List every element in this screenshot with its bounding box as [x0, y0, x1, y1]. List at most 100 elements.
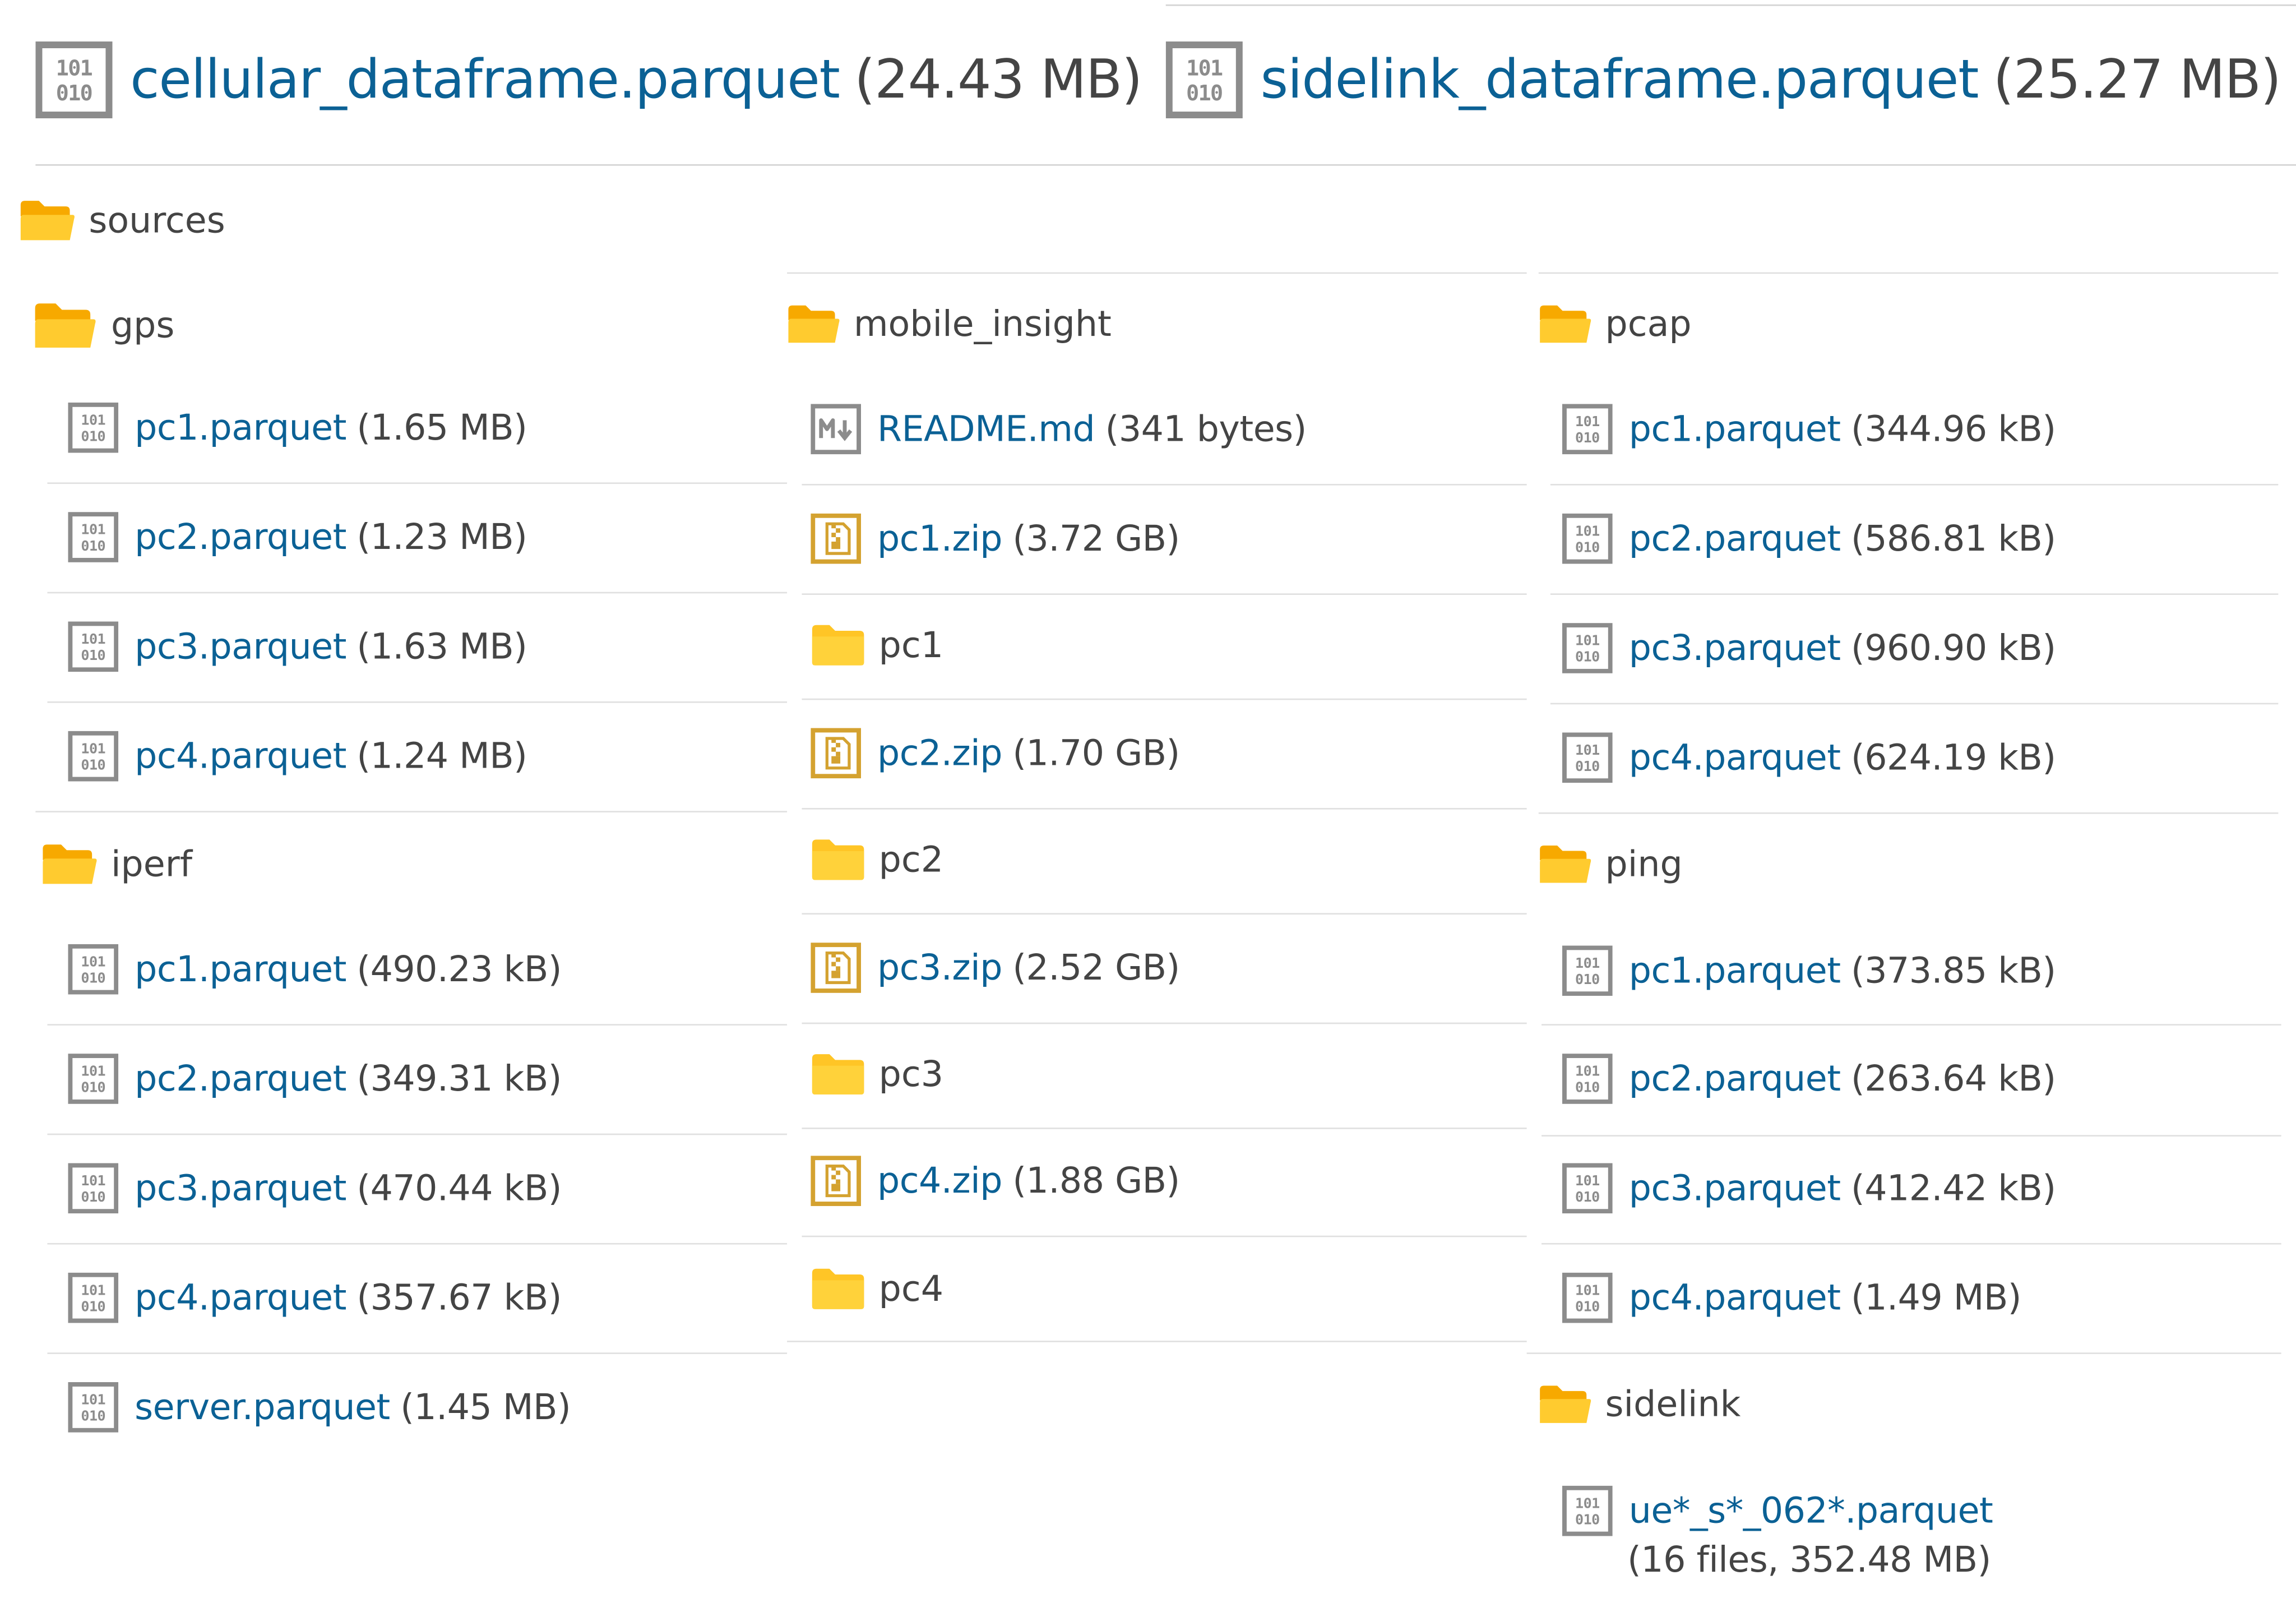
file-link[interactable]: pc3.zip — [877, 947, 1002, 989]
binary-file-icon — [68, 1054, 118, 1104]
divider — [802, 698, 1527, 700]
divider — [802, 1022, 1527, 1024]
list-item: pc2.parquet (263.64 kB) — [1562, 1054, 2056, 1104]
folder-label: sidelink — [1605, 1383, 1741, 1425]
binary-file-icon — [68, 403, 118, 453]
file-size: (16 files, 352.48 MB) — [1627, 1539, 1991, 1581]
list-item: README.md (341 bytes) — [811, 404, 1307, 455]
folder-icon — [33, 302, 98, 349]
file-size: (263.64 kB) — [1851, 1058, 2056, 1100]
folder-icon — [1539, 303, 1592, 345]
file-link[interactable]: pc3.parquet — [1629, 1167, 1841, 1209]
folder-sidelink[interactable]: sidelink — [1539, 1383, 1741, 1425]
file-link[interactable]: pc1.zip — [877, 518, 1002, 560]
divider — [1542, 1024, 2281, 1026]
divider — [1538, 812, 2279, 814]
folder-icon — [1539, 1384, 1592, 1425]
list-item: pc2.parquet (586.81 kB) — [1562, 514, 2056, 564]
folder-pc1[interactable]: pc1 — [811, 623, 943, 667]
binary-file-icon — [1562, 732, 1613, 783]
binary-file-icon — [1562, 404, 1613, 455]
list-item: pc3.parquet (960.90 kB) — [1562, 623, 2056, 673]
file-link[interactable]: pc1.parquet — [1629, 408, 1841, 450]
divider — [787, 272, 1527, 274]
file-link[interactable]: server.parquet — [135, 1387, 390, 1428]
file-size: (1.88 GB) — [1012, 1160, 1180, 1202]
folder-label: ping — [1605, 843, 1683, 885]
binary-file-icon — [1562, 514, 1613, 564]
divider — [802, 808, 1527, 810]
file-link[interactable]: pc3.parquet — [135, 626, 346, 667]
file-link[interactable]: pc1.parquet — [135, 407, 346, 449]
divider — [47, 1133, 788, 1135]
list-item: pc1.parquet (344.96 kB) — [1562, 404, 2056, 455]
folder-label: sources — [89, 200, 225, 242]
folder-label: gps — [110, 304, 175, 347]
divider — [1538, 272, 2279, 274]
divider — [1165, 4, 2296, 6]
binary-file-icon — [1562, 1163, 1613, 1213]
file-link[interactable]: pc3.parquet — [135, 1167, 346, 1209]
divider — [47, 1024, 788, 1026]
list-item: pc4.parquet (1.24 MB) — [68, 731, 527, 782]
list-item: ue*_s*_062*.parquet (16 files, 352.48 MB… — [1562, 1486, 1993, 1581]
file-size: (624.19 kB) — [1851, 737, 2056, 779]
file-link[interactable]: pc2.zip — [877, 732, 1002, 774]
list-item: pc3.parquet (470.44 kB) — [68, 1163, 562, 1213]
file-link[interactable]: pc2.parquet — [135, 1058, 346, 1100]
file-size: (1.45 MB) — [400, 1386, 571, 1428]
folder-mobile-insight[interactable]: mobile_insight — [787, 303, 1112, 345]
binary-file-icon — [68, 512, 118, 562]
folder-label: mobile_insight — [853, 303, 1112, 345]
file-link[interactable]: pc2.parquet — [1629, 518, 1841, 560]
file-link[interactable]: pc1.parquet — [1629, 950, 1841, 991]
divider — [1550, 703, 2279, 705]
file-link[interactable]: ue*_s*_062*.parquet — [1629, 1490, 1993, 1532]
folder-pc3[interactable]: pc3 — [811, 1052, 943, 1096]
folder-pc4[interactable]: pc4 — [811, 1267, 943, 1311]
top-file-cellular: cellular_dataframe.parquet (24.43 MB) — [35, 41, 1142, 118]
divider — [802, 1235, 1527, 1237]
file-link[interactable]: README.md — [877, 408, 1095, 450]
file-link[interactable]: pc3.parquet — [1629, 627, 1841, 669]
divider — [802, 913, 1527, 915]
zip-file-icon — [811, 1156, 861, 1206]
file-size: (1.63 MB) — [357, 626, 527, 668]
folder-iperf[interactable]: iperf — [41, 842, 192, 886]
file-link[interactable]: pc4.parquet — [1629, 737, 1841, 778]
binary-file-icon — [68, 731, 118, 782]
folder-sources[interactable]: sources — [19, 198, 225, 243]
file-size: (490.23 kB) — [357, 948, 562, 990]
folder-label: pc2 — [878, 839, 944, 881]
binary-file-icon — [1562, 945, 1613, 996]
file-link[interactable]: pc1.parquet — [135, 949, 346, 990]
divider — [802, 593, 1527, 595]
file-size: (373.85 kB) — [1851, 950, 2056, 992]
file-link[interactable]: pc4.parquet — [1629, 1277, 1841, 1319]
divider — [1550, 484, 2279, 486]
file-browser: cellular_dataframe.parquet (24.43 MB) si… — [0, 0, 2296, 1598]
folder-gps[interactable]: gps — [33, 302, 174, 349]
file-link[interactable]: pc4.parquet — [135, 736, 346, 777]
file-size: (1.23 MB) — [357, 516, 527, 558]
file-size: (349.31 kB) — [357, 1058, 562, 1100]
zip-file-icon — [811, 514, 861, 564]
binary-file-icon — [1166, 41, 1243, 118]
folder-ping[interactable]: ping — [1539, 843, 1683, 885]
list-item: pc4.zip (1.88 GB) — [811, 1156, 1180, 1206]
folder-label: pcap — [1605, 303, 1692, 345]
list-item: pc1.parquet (373.85 kB) — [1562, 945, 2056, 996]
markdown-file-icon — [811, 404, 861, 455]
file-link[interactable]: cellular_dataframe.parquet — [130, 49, 840, 110]
file-link[interactable]: pc4.parquet — [135, 1277, 346, 1319]
file-size: (2.52 GB) — [1012, 947, 1180, 989]
folder-pcap[interactable]: pcap — [1539, 303, 1692, 345]
file-link[interactable]: pc2.parquet — [1629, 1058, 1841, 1100]
top-file-sidelink: sidelink_dataframe.parquet (25.27 MB) — [1166, 41, 2281, 118]
divider — [1550, 593, 2279, 595]
file-link[interactable]: pc4.zip — [877, 1160, 1002, 1202]
file-link[interactable]: pc2.parquet — [135, 516, 346, 558]
divider — [1526, 1352, 2281, 1354]
file-link[interactable]: sidelink_dataframe.parquet — [1261, 49, 1979, 110]
folder-pc2[interactable]: pc2 — [811, 838, 943, 882]
